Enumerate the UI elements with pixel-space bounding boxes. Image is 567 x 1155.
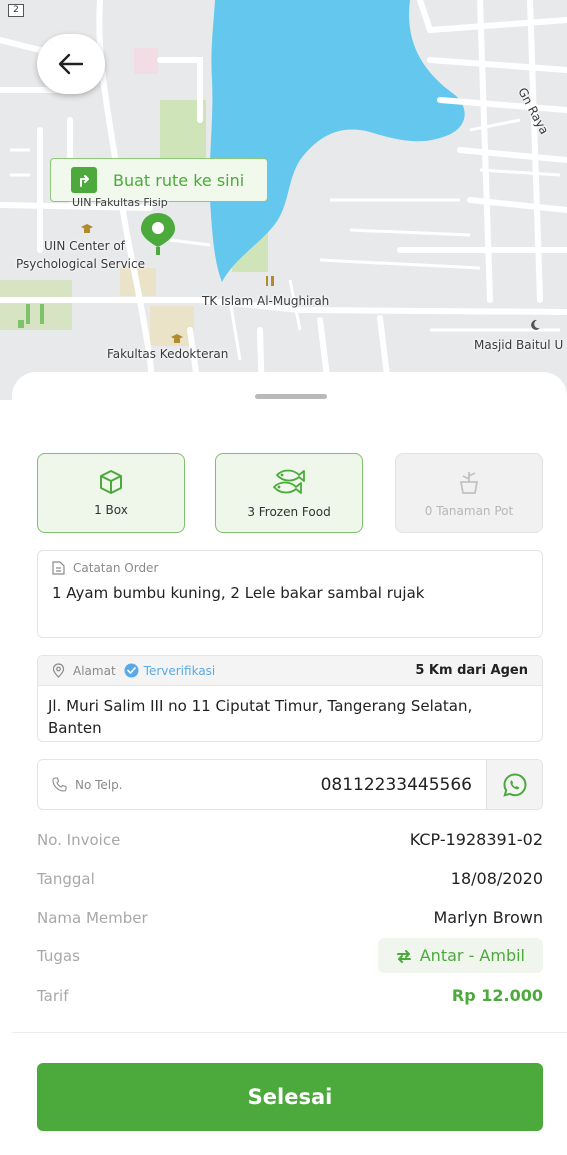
phone-label: No Telp. [75,777,123,792]
date-label: Tanggal [37,869,95,888]
map-label-masjid: Masjid Baitul U [474,338,564,352]
address-card: Alamat Terverifikasi 5 Km dari Agen Jl. … [37,655,543,742]
address-line-2: Banten [48,719,102,737]
member-label: Nama Member [37,908,148,927]
member-value: Marlyn Brown [433,908,543,927]
category-box-label: 1 Box [94,503,128,517]
verified-label: Terverifikasi [143,663,216,678]
category-plant-pot-label: 0 Tanaman Pot [424,504,514,518]
fish-icon [273,469,305,494]
category-plant-pot[interactable]: 0 Tanaman Pot [395,453,543,533]
school-icon [171,334,183,343]
tarif-value: Rp 12.000 [451,986,543,1005]
distance-value: 5 Km dari Agen [415,663,528,678]
address-line-1: Jl. Muri Salim III no 11 Ciputat Timur, … [48,697,473,715]
route-here-label: Buat rute ke sini [113,170,245,190]
verified-badge: Terverifikasi [124,663,216,678]
invoice-row: No. Invoice KCP-1928391-02 [37,830,543,849]
whatsapp-button[interactable] [486,760,542,809]
box-icon [100,470,122,494]
order-note-text: 1 Ayam bumbu kuning, 2 Lele bakar sambal… [52,584,425,602]
phone-icon [52,777,67,792]
tarif-row: Tarif Rp 12.000 [37,986,543,1005]
back-button[interactable] [37,34,105,94]
map-corner-tag: 2 [8,4,24,17]
task-label: Tugas [37,946,80,965]
task-value: Antar - Ambil [419,946,525,965]
order-note-card: Catatan Order 1 Ayam bumbu kuning, 2 Lel… [37,550,543,638]
map-label-center-line1: UIN Center of [44,239,125,253]
category-frozen-food[interactable]: 3 Frozen Food [215,453,363,533]
order-detail-sheet: 1 Box 3 Frozen Food 0 Tanaman Pot Catata… [12,372,567,1155]
date-row: Tanggal 18/08/2020 [37,869,543,888]
category-box[interactable]: 1 Box [37,453,185,533]
location-pin-icon [141,213,175,255]
divider [12,1032,567,1033]
map-view[interactable]: 2 Buat rute ke sini UIN Fakultas Fisip U… [0,0,567,400]
location-icon [52,663,65,678]
plant-pot-icon [459,472,479,494]
map-label-fisip: UIN Fakultas Fisip [72,196,168,209]
invoice-value: KCP-1928391-02 [409,830,543,849]
school-icon [81,224,93,233]
invoice-label: No. Invoice [37,830,121,849]
mosque-icon [531,319,540,330]
date-value: 18/08/2020 [450,869,543,888]
member-row: Nama Member Marlyn Brown [37,908,543,927]
order-note-label: Catatan Order [73,561,159,575]
task-row: Tugas Antar - Ambil [37,938,543,973]
tarif-label: Tarif [37,986,69,1005]
map-label-center-line2: Psychological Service [16,257,145,271]
task-chip: Antar - Ambil [377,938,543,973]
sheet-drag-handle[interactable] [255,394,327,399]
arrow-left-icon [58,53,84,75]
verified-check-icon [124,663,139,678]
done-button[interactable]: Selesai [37,1063,543,1131]
address-label: Alamat [73,663,116,678]
document-icon [52,561,65,575]
map-label-kedokteran: Fakultas Kedokteran [107,347,229,361]
route-turn-icon [71,167,97,193]
restaurant-icon [266,276,274,286]
map-label-tk: TK Islam Al-Mughirah [202,294,330,308]
category-frozen-food-label: 3 Frozen Food [247,505,331,519]
swap-arrows-icon [396,949,411,963]
phone-number: 08112233445566 [320,774,472,795]
whatsapp-icon [502,772,527,797]
phone-card: No Telp. 08112233445566 [37,759,543,810]
